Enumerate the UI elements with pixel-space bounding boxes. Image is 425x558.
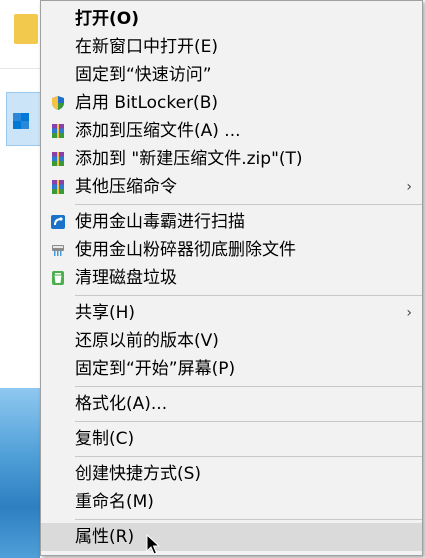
drive-icon[interactable] bbox=[6, 92, 42, 146]
duba-scan-icon bbox=[51, 215, 65, 229]
menu-item-label: 使用金山毒霸进行扫描 bbox=[75, 212, 245, 232]
explorer-background bbox=[0, 0, 42, 558]
menu-item-share[interactable]: 共享(H) › bbox=[41, 299, 422, 327]
trash-cleanup-icon bbox=[52, 271, 64, 285]
menu-item-copy[interactable]: 复制(C) bbox=[41, 425, 422, 453]
menu-separator bbox=[75, 519, 422, 520]
menu-item-label: 固定到“快速访问” bbox=[75, 65, 212, 85]
menu-item-label: 复制(C) bbox=[75, 429, 135, 449]
menu-item-properties[interactable]: 属性(R) bbox=[41, 523, 422, 551]
winrar-icon bbox=[52, 180, 64, 194]
menu-item-pin-quick-access[interactable]: 固定到“快速访问” bbox=[41, 61, 422, 89]
divider bbox=[0, 68, 40, 69]
menu-item-label: 添加到压缩文件(A) ... bbox=[75, 121, 241, 141]
menu-item-label: 在新窗口中打开(E) bbox=[75, 37, 219, 57]
winrar-icon bbox=[52, 152, 64, 166]
menu-item-other-compress-commands[interactable]: 其他压缩命令 › bbox=[41, 173, 422, 201]
menu-item-label: 创建快捷方式(S) bbox=[75, 464, 202, 484]
menu-item-add-to-archive[interactable]: 添加到压缩文件(A) ... bbox=[41, 117, 422, 145]
menu-item-label: 打开(O) bbox=[75, 9, 139, 29]
menu-item-rename[interactable]: 重命名(M) bbox=[41, 488, 422, 516]
menu-separator bbox=[75, 295, 422, 296]
menu-separator bbox=[75, 204, 422, 205]
context-menu: 打开(O) 在新窗口中打开(E) 固定到“快速访问” 启用 BitLocker(… bbox=[40, 0, 423, 556]
chevron-right-icon: › bbox=[406, 179, 412, 195]
shield-icon bbox=[52, 96, 64, 110]
winrar-icon bbox=[52, 124, 64, 138]
menu-item-open-new-window[interactable]: 在新窗口中打开(E) bbox=[41, 33, 422, 61]
menu-item-label: 清理磁盘垃圾 bbox=[75, 268, 177, 288]
menu-item-label: 固定到“开始”屏幕(P) bbox=[75, 359, 236, 379]
desktop-wallpaper bbox=[0, 388, 40, 558]
menu-item-label: 格式化(A)... bbox=[75, 394, 168, 414]
menu-separator bbox=[75, 456, 422, 457]
menu-item-label: 添加到 "新建压缩文件.zip"(T) bbox=[75, 149, 303, 169]
shredder-icon bbox=[52, 245, 64, 256]
menu-item-clean-disk-junk[interactable]: 清理磁盘垃圾 bbox=[41, 264, 422, 292]
menu-separator bbox=[75, 421, 422, 422]
menu-item-label: 属性(R) bbox=[75, 527, 135, 547]
menu-item-duba-scan[interactable]: 使用金山毒霸进行扫描 bbox=[41, 208, 422, 236]
menu-item-enable-bitlocker[interactable]: 启用 BitLocker(B) bbox=[41, 89, 422, 117]
menu-item-label: 启用 BitLocker(B) bbox=[75, 93, 218, 113]
folder-icon bbox=[14, 14, 38, 44]
menu-item-label: 共享(H) bbox=[75, 303, 136, 323]
menu-item-format[interactable]: 格式化(A)... bbox=[41, 390, 422, 418]
menu-item-label: 重命名(M) bbox=[75, 492, 154, 512]
menu-separator bbox=[75, 386, 422, 387]
menu-item-restore-previous-versions[interactable]: 还原以前的版本(V) bbox=[41, 327, 422, 355]
menu-item-label: 使用金山粉碎器彻底删除文件 bbox=[75, 240, 296, 260]
menu-item-open[interactable]: 打开(O) bbox=[41, 5, 422, 33]
menu-item-add-to-zip[interactable]: 添加到 "新建压缩文件.zip"(T) bbox=[41, 145, 422, 173]
chevron-right-icon: › bbox=[406, 305, 412, 321]
windows-logo-icon bbox=[13, 113, 29, 129]
menu-item-duba-shredder[interactable]: 使用金山粉碎器彻底删除文件 bbox=[41, 236, 422, 264]
menu-item-label: 其他压缩命令 bbox=[75, 177, 177, 197]
menu-item-label: 还原以前的版本(V) bbox=[75, 331, 219, 351]
mouse-cursor-icon bbox=[146, 534, 160, 555]
menu-item-create-shortcut[interactable]: 创建快捷方式(S) bbox=[41, 460, 422, 488]
menu-item-pin-to-start[interactable]: 固定到“开始”屏幕(P) bbox=[41, 355, 422, 383]
